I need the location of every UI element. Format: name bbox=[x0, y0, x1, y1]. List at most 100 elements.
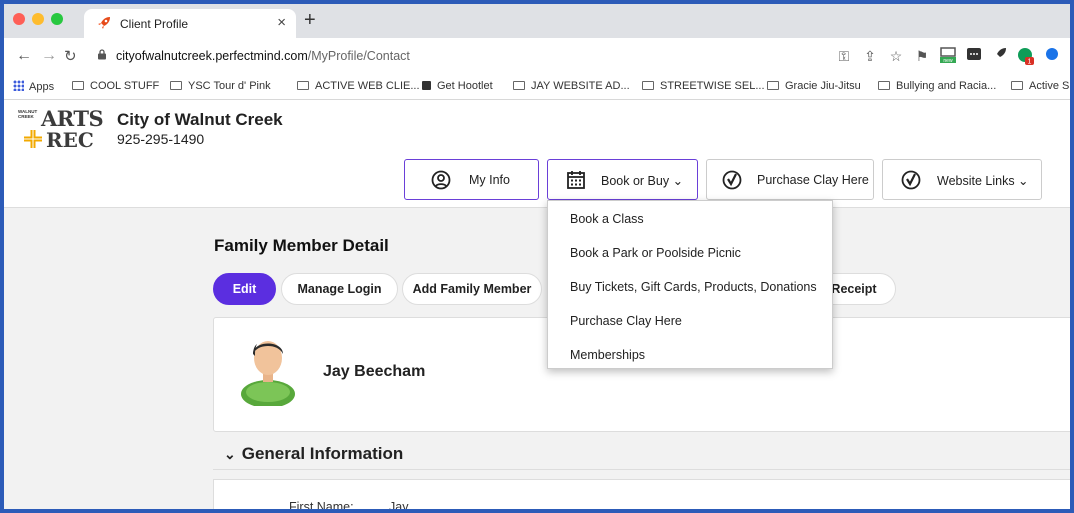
url-host: cityofwalnutcreek.perfectmind.com bbox=[116, 49, 308, 63]
avatar-badge-icon: 1 bbox=[1018, 48, 1034, 66]
bookmark-label: Bullying and Racia... bbox=[896, 80, 997, 92]
url-path: /MyProfile/Contact bbox=[307, 49, 410, 63]
tab-title: Client Profile bbox=[120, 17, 189, 31]
tab-strip: Client Profile × + bbox=[4, 4, 1070, 38]
lock-icon bbox=[98, 49, 106, 60]
bookmark-item[interactable]: Gracie Jiu-Jitsu bbox=[767, 80, 861, 92]
browser-tab[interactable]: Client Profile × bbox=[84, 9, 296, 38]
dots-box-icon bbox=[967, 48, 981, 60]
folder-icon bbox=[297, 81, 309, 90]
bookmark-item[interactable]: JAY WEBSITE AD... bbox=[513, 80, 630, 92]
calendar-icon bbox=[567, 171, 585, 189]
info-fields: First Name: Jay bbox=[213, 479, 1070, 509]
reload-icon[interactable]: ↻ bbox=[64, 47, 77, 65]
general-information-header[interactable]: ⌄ General Information bbox=[224, 444, 403, 464]
bookmark-label: JAY WEBSITE AD... bbox=[531, 80, 630, 92]
key-icon[interactable]: ⚿ bbox=[834, 46, 854, 66]
my-info-label: My Info bbox=[469, 173, 510, 187]
logo-rec: REC bbox=[46, 128, 94, 152]
bookmark-item[interactable]: Get Hootlet bbox=[422, 80, 493, 92]
flag-icon[interactable]: ⚑ bbox=[912, 46, 932, 66]
bookmark-label: YSC Tour d' Pink bbox=[188, 80, 271, 92]
user-circle-icon bbox=[431, 170, 451, 190]
folder-icon bbox=[513, 81, 525, 90]
edit-button[interactable]: Edit bbox=[213, 273, 276, 305]
address-bar-row: ← → ↻ cityofwalnutcreek.perfectmind.com/… bbox=[4, 38, 1070, 74]
close-window-button[interactable] bbox=[13, 13, 25, 25]
extension-new-icon[interactable]: new bbox=[938, 46, 958, 66]
url-input[interactable]: cityofwalnutcreek.perfectmind.com/MyProf… bbox=[116, 49, 410, 63]
plus-logo-icon bbox=[24, 130, 42, 148]
profile-extension-icon[interactable]: 1 bbox=[1016, 46, 1036, 66]
website-links-label: Website Links ⌄ bbox=[937, 174, 1029, 188]
profile-partial-icon[interactable] bbox=[1042, 46, 1058, 66]
manage-login-button[interactable]: Manage Login bbox=[281, 273, 398, 305]
new-tab-button[interactable]: + bbox=[304, 9, 316, 32]
rocket-small-icon bbox=[997, 48, 1006, 57]
hootlet-icon bbox=[422, 81, 431, 90]
menu-item-memberships[interactable]: Memberships bbox=[570, 348, 645, 362]
window-icon: new bbox=[940, 47, 956, 64]
rocket-extension-icon[interactable] bbox=[990, 46, 1010, 66]
checkmark-circle-icon bbox=[901, 170, 921, 190]
bookmark-apps[interactable]: Apps bbox=[13, 80, 54, 93]
bookmark-item[interactable]: STREETWISE SEL... bbox=[642, 80, 765, 92]
person-name: Jay Beecham bbox=[323, 363, 426, 380]
bookmark-label: Get Hootlet bbox=[437, 80, 493, 92]
site-header: WALNUT CREEK ARTS REC City of Walnut Cre… bbox=[4, 100, 1070, 208]
book-or-buy-dropdown: Book a Class Book a Park or Poolside Pic… bbox=[547, 200, 833, 369]
apps-grid-icon bbox=[13, 80, 24, 91]
forward-icon[interactable]: → bbox=[41, 47, 57, 65]
bookmark-item[interactable]: YSC Tour d' Pink bbox=[170, 80, 271, 92]
bookmark-label: Gracie Jiu-Jitsu bbox=[785, 80, 861, 92]
menu-item-book-picnic[interactable]: Book a Park or Poolside Picnic bbox=[570, 246, 741, 260]
extension-dots-icon[interactable] bbox=[964, 46, 984, 66]
new-badge-text: new bbox=[943, 58, 953, 64]
divider bbox=[213, 469, 1070, 470]
section-label: General Information bbox=[241, 444, 404, 463]
tab-close-icon[interactable]: × bbox=[277, 14, 286, 31]
folder-icon bbox=[767, 81, 779, 90]
first-name-value: Jay bbox=[389, 500, 409, 509]
bookmark-label: STREETWISE SEL... bbox=[660, 80, 765, 92]
menu-item-buy-tickets[interactable]: Buy Tickets, Gift Cards, Products, Donat… bbox=[570, 280, 817, 294]
rocket-icon bbox=[98, 17, 110, 29]
chevron-down-icon: ⌄ bbox=[224, 446, 236, 462]
org-phone: 925-295-1490 bbox=[117, 131, 205, 147]
purchase-clay-label: Purchase Clay Here bbox=[757, 173, 869, 187]
bookmark-label: Apps bbox=[29, 81, 55, 93]
folder-icon bbox=[1011, 81, 1023, 90]
add-family-member-button[interactable]: Add Family Member bbox=[402, 273, 542, 305]
book-or-buy-button[interactable]: Book or Buy ⌄ bbox=[547, 159, 698, 200]
badge-count: 1 bbox=[1028, 59, 1032, 66]
checkmark-circle-icon bbox=[722, 170, 742, 190]
minimize-window-button[interactable] bbox=[32, 13, 44, 25]
first-name-label: First Name: bbox=[289, 500, 354, 509]
purchase-clay-button[interactable]: Purchase Clay Here bbox=[706, 159, 874, 200]
bookmark-label: ACTIVE WEB CLIE... bbox=[315, 80, 420, 92]
menu-item-purchase-clay[interactable]: Purchase Clay Here bbox=[570, 314, 682, 328]
logo-small-text: WALNUT CREEK bbox=[18, 109, 38, 119]
bookmarks-bar: Apps COOL STUFF YSC Tour d' Pink ACTIVE … bbox=[4, 74, 1070, 100]
bookmark-item[interactable]: Active Sh bbox=[1011, 80, 1070, 92]
share-icon[interactable]: ⇪ bbox=[860, 46, 880, 66]
folder-icon bbox=[642, 81, 654, 90]
maximize-window-button[interactable] bbox=[51, 13, 63, 25]
menu-item-book-class[interactable]: Book a Class bbox=[570, 212, 644, 226]
browser-window: Client Profile × + ← → ↻ cityofwalnutcre… bbox=[4, 4, 1070, 509]
avatar bbox=[241, 341, 295, 406]
bookmark-item[interactable]: COOL STUFF bbox=[72, 80, 159, 92]
star-icon[interactable]: ☆ bbox=[886, 46, 906, 66]
book-or-buy-label: Book or Buy ⌄ bbox=[601, 174, 684, 188]
my-info-button[interactable]: My Info bbox=[404, 159, 539, 200]
back-icon[interactable]: ← bbox=[16, 47, 32, 65]
bookmark-item[interactable]: ACTIVE WEB CLIE... bbox=[297, 80, 420, 92]
bookmark-item[interactable]: Bullying and Racia... bbox=[878, 80, 996, 92]
website-links-button[interactable]: Website Links ⌄ bbox=[882, 159, 1042, 200]
folder-icon bbox=[878, 81, 890, 90]
circle-partial-icon bbox=[1046, 48, 1058, 60]
bookmark-label: COOL STUFF bbox=[90, 80, 160, 92]
folder-icon bbox=[170, 81, 182, 90]
org-name: City of Walnut Creek bbox=[117, 110, 283, 129]
page-title: Family Member Detail bbox=[214, 236, 389, 255]
